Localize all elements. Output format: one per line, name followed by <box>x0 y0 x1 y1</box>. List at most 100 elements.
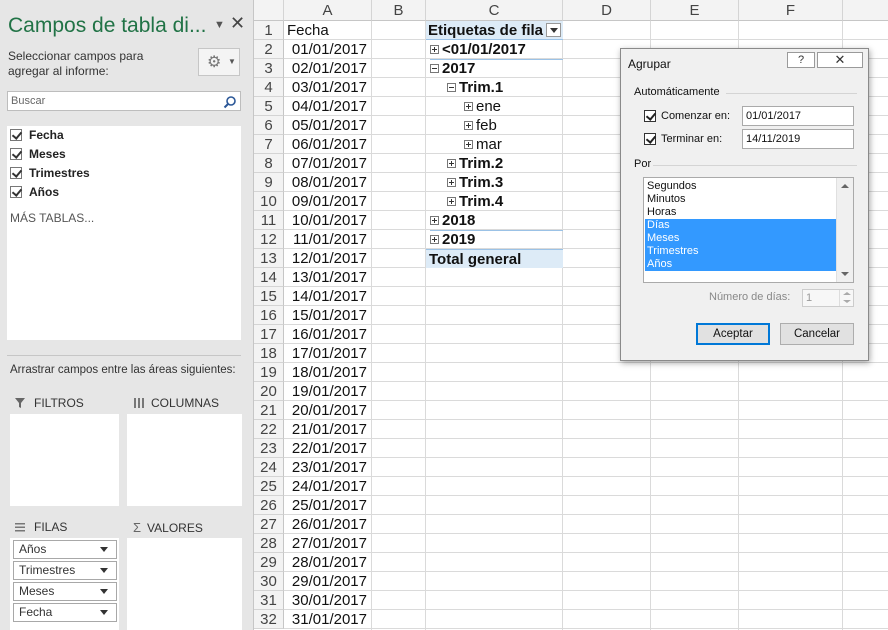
row-header[interactable]: 26 <box>254 496 284 515</box>
pane-close-icon[interactable]: ✕ <box>230 13 245 34</box>
date-cell[interactable]: 09/01/2017 <box>284 192 372 211</box>
row-header[interactable]: 21 <box>254 401 284 420</box>
date-cell[interactable]: 26/01/2017 <box>284 515 372 534</box>
collapse-icon[interactable] <box>430 64 439 73</box>
date-cell[interactable]: 28/01/2017 <box>284 553 372 572</box>
collapse-icon[interactable] <box>447 83 456 92</box>
expand-icon[interactable] <box>447 178 456 187</box>
group-by-listbox[interactable]: Segundos Minutos Horas Días Meses Trimes… <box>643 177 854 283</box>
list-option-minutos[interactable]: Minutos <box>645 193 836 206</box>
search-field[interactable] <box>7 91 241 111</box>
column-header-g[interactable] <box>843 0 888 21</box>
values-area-box[interactable] <box>127 538 242 630</box>
field-item-fecha[interactable]: Fecha <box>10 126 64 144</box>
pivot-row-trim3[interactable]: Trim.3 <box>447 173 503 192</box>
date-cell[interactable]: 10/01/2017 <box>284 211 372 230</box>
close-icon[interactable]: ✕ <box>817 52 863 68</box>
scroll-up-icon[interactable] <box>841 184 849 188</box>
row-header[interactable]: 23 <box>254 439 284 458</box>
row-header[interactable]: 28 <box>254 534 284 553</box>
search-input[interactable] <box>11 94 211 108</box>
field-item-trimestres[interactable]: Trimestres <box>10 164 90 182</box>
scroll-down-icon[interactable] <box>841 272 849 276</box>
date-cell[interactable]: 29/01/2017 <box>284 572 372 591</box>
date-cell[interactable]: 07/01/2017 <box>284 154 372 173</box>
row-field-meses[interactable]: Meses <box>13 582 117 601</box>
date-cell[interactable]: 15/01/2017 <box>284 306 372 325</box>
row-header[interactable]: 30 <box>254 572 284 591</box>
column-header-c[interactable]: C <box>426 0 563 21</box>
cancel-button[interactable]: Cancelar <box>780 323 854 345</box>
row-header[interactable]: 19 <box>254 363 284 382</box>
list-option-horas[interactable]: Horas <box>645 206 836 219</box>
expand-icon[interactable] <box>447 197 456 206</box>
field-item-anos[interactable]: Años <box>10 183 59 201</box>
row-header[interactable]: 17 <box>254 325 284 344</box>
row-header[interactable]: 11 <box>254 211 284 230</box>
date-cell[interactable]: 03/01/2017 <box>284 78 372 97</box>
date-cell[interactable]: 18/01/2017 <box>284 363 372 382</box>
pivot-filter-dropdown[interactable] <box>546 23 561 37</box>
row-header[interactable]: 16 <box>254 306 284 325</box>
stepper-up-icon[interactable] <box>843 292 851 295</box>
end-at-input[interactable]: 14/11/2019 <box>742 129 854 149</box>
start-at-input[interactable]: 01/01/2017 <box>742 106 854 126</box>
expand-icon[interactable] <box>430 235 439 244</box>
date-cell[interactable]: 22/01/2017 <box>284 439 372 458</box>
date-cell[interactable]: 16/01/2017 <box>284 325 372 344</box>
field-item-meses[interactable]: Meses <box>10 145 66 163</box>
row-header[interactable]: 29 <box>254 553 284 572</box>
tools-button[interactable]: ⚙ ▼ <box>198 48 240 76</box>
expand-icon[interactable] <box>464 121 473 130</box>
list-option-dias[interactable]: Días <box>645 219 836 232</box>
column-header-a[interactable]: A <box>284 0 372 21</box>
expand-icon[interactable] <box>447 159 456 168</box>
field-checkbox[interactable] <box>10 129 22 141</box>
date-cell[interactable]: 30/01/2017 <box>284 591 372 610</box>
row-header[interactable]: 2 <box>254 40 284 59</box>
list-option-anos[interactable]: Años <box>645 258 836 271</box>
listbox-scrollbar[interactable] <box>836 178 853 282</box>
row-header[interactable]: 13 <box>254 249 284 268</box>
date-cell[interactable]: 24/01/2017 <box>284 477 372 496</box>
date-cell[interactable]: 25/01/2017 <box>284 496 372 515</box>
row-header[interactable]: 24 <box>254 458 284 477</box>
date-cell[interactable]: 01/01/2017 <box>284 40 372 59</box>
pivot-row-mar[interactable]: mar <box>464 135 502 154</box>
columns-area-box[interactable] <box>127 414 242 506</box>
row-header[interactable]: 8 <box>254 154 284 173</box>
row-header[interactable]: 14 <box>254 268 284 287</box>
select-all-corner[interactable] <box>254 0 284 21</box>
field-checkbox[interactable] <box>10 186 22 198</box>
date-cell[interactable]: 11/01/2017 <box>284 230 372 249</box>
row-header[interactable]: 5 <box>254 97 284 116</box>
pivot-row-2018[interactable]: 2018 <box>430 211 563 231</box>
column-header-f[interactable]: F <box>739 0 843 21</box>
list-option-segundos[interactable]: Segundos <box>645 180 836 193</box>
date-cell[interactable]: 31/01/2017 <box>284 610 372 629</box>
date-cell[interactable]: 04/01/2017 <box>284 97 372 116</box>
expand-icon[interactable] <box>430 45 439 54</box>
row-header[interactable]: 20 <box>254 382 284 401</box>
pivot-row-trim1[interactable]: Trim.1 <box>447 78 503 97</box>
date-cell[interactable]: 08/01/2017 <box>284 173 372 192</box>
date-cell[interactable]: 06/01/2017 <box>284 135 372 154</box>
row-header[interactable]: 31 <box>254 591 284 610</box>
date-cell[interactable]: 13/01/2017 <box>284 268 372 287</box>
row-header[interactable]: 27 <box>254 515 284 534</box>
date-cell[interactable]: 20/01/2017 <box>284 401 372 420</box>
date-cell[interactable]: 23/01/2017 <box>284 458 372 477</box>
row-field-trimestres[interactable]: Trimestres <box>13 561 117 580</box>
row-header[interactable]: 22 <box>254 420 284 439</box>
pivot-row-feb[interactable]: feb <box>464 116 497 135</box>
date-cell[interactable]: 27/01/2017 <box>284 534 372 553</box>
pivot-row-2017[interactable]: 2017 <box>430 59 475 78</box>
row-header[interactable]: 4 <box>254 78 284 97</box>
pivot-header-cell[interactable]: Etiquetas de fila <box>426 21 563 40</box>
row-header[interactable]: 9 <box>254 173 284 192</box>
row-header[interactable]: 1 <box>254 21 284 40</box>
rows-area-box[interactable]: Años Trimestres Meses Fecha <box>10 538 119 630</box>
dropdown-arrow-icon[interactable] <box>100 547 108 552</box>
filters-area-box[interactable] <box>10 414 119 506</box>
row-header[interactable]: 18 <box>254 344 284 363</box>
